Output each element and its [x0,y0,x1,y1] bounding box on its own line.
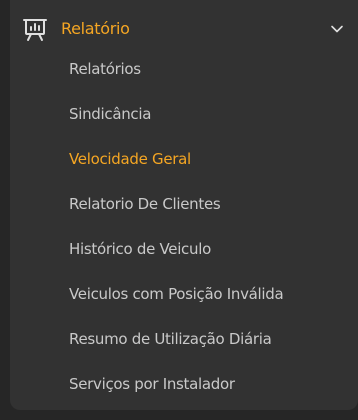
presentation-chart-icon [23,19,47,41]
submenu-item-sindicancia[interactable]: Sindicância [10,91,358,136]
chevron-down-icon[interactable] [330,22,344,36]
sidebar-menu-panel: Relatório Relatórios Sindicância Velocid… [10,0,358,410]
menu-header-label: Relatório [61,19,130,38]
submenu-item-historico-de-veiculo[interactable]: Histórico de Veiculo [10,226,358,271]
submenu-item-relatorio-de-clientes[interactable]: Relatorio De Clientes [10,181,358,226]
submenu-item-relatorios[interactable]: Relatórios [10,46,358,91]
submenu-item-velocidade-geral[interactable]: Velocidade Geral [10,136,358,181]
relatorio-menu-toggle[interactable]: Relatório [10,10,358,48]
submenu-list: Relatórios Sindicância Velocidade Geral … [10,46,358,406]
submenu-item-resumo-utilizacao-diaria[interactable]: Resumo de Utilização Diária [10,316,358,361]
submenu-item-veiculos-posicao-invalida[interactable]: Veiculos com Posição Inválida [10,271,358,316]
submenu-item-servicos-por-instalador[interactable]: Serviços por Instalador [10,361,358,406]
